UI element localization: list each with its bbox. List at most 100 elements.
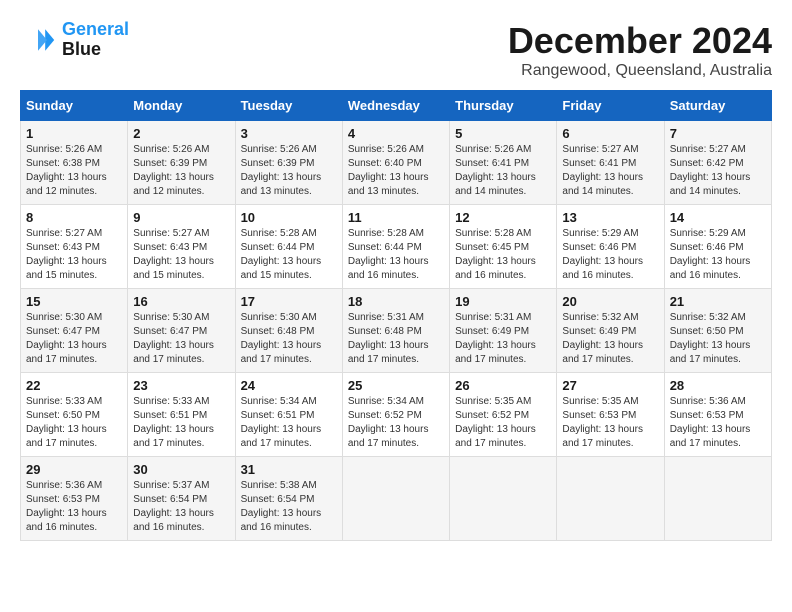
cell-details: Sunrise: 5:33 AMSunset: 6:51 PMDaylight:…	[133, 395, 229, 451]
day-number: 26	[455, 378, 551, 393]
calendar-cell: 8 Sunrise: 5:27 AMSunset: 6:43 PMDaylight…	[21, 205, 128, 289]
cell-details: Sunrise: 5:32 AMSunset: 6:49 PMDaylight:…	[562, 311, 658, 367]
day-number: 15	[26, 294, 122, 309]
title-block: December 2024 Rangewood, Queensland, Aus…	[508, 20, 772, 80]
calendar-cell: 13Sunrise: 5:29 AMSunset: 6:46 PMDayligh…	[557, 205, 664, 289]
calendar-cell: 26Sunrise: 5:35 AMSunset: 6:52 PMDayligh…	[450, 373, 557, 457]
calendar-cell: 7Sunrise: 5:27 AMSunset: 6:42 PMDaylight…	[664, 121, 771, 205]
cell-details: Sunrise: 5:26 AMSunset: 6:38 PMDaylight:…	[26, 143, 122, 199]
calendar-cell: 23 Sunrise: 5:33 AMSunset: 6:51 PMDayligh…	[128, 373, 235, 457]
cell-details: Sunrise: 5:30 AMSunset: 6:47 PMDaylight:…	[133, 311, 229, 367]
day-number: 23	[133, 378, 229, 393]
day-number: 3	[241, 126, 337, 141]
calendar-week-2: 15 Sunrise: 5:30 AMSunset: 6:47 PMDayligh…	[21, 289, 772, 373]
cell-details: Sunrise: 5:31 AMSunset: 6:49 PMDaylight:…	[455, 311, 551, 367]
day-number: 21	[670, 294, 766, 309]
cell-details: Sunrise: 5:27 AMSunset: 6:41 PMDaylight:…	[562, 143, 658, 199]
day-number: 31	[241, 462, 337, 477]
cell-details: Sunrise: 5:26 AMSunset: 6:39 PMDaylight:…	[241, 143, 337, 199]
calendar-cell: 31Sunrise: 5:38 AMSunset: 6:54 PMDayligh…	[235, 457, 342, 541]
cell-details: Sunrise: 5:29 AMSunset: 6:46 PMDaylight:…	[670, 227, 766, 283]
cell-details: Sunrise: 5:34 AMSunset: 6:52 PMDaylight:…	[348, 395, 444, 451]
logo-icon	[20, 22, 56, 58]
calendar-cell	[450, 457, 557, 541]
calendar-cell: 18 Sunrise: 5:31 AMSunset: 6:48 PMDayligh…	[342, 289, 449, 373]
day-number: 4	[348, 126, 444, 141]
cell-details: Sunrise: 5:33 AMSunset: 6:50 PMDaylight:…	[26, 395, 122, 451]
weekday-thursday: Thursday	[450, 91, 557, 121]
calendar-cell: 11 Sunrise: 5:28 AMSunset: 6:44 PMDayligh…	[342, 205, 449, 289]
weekday-friday: Friday	[557, 91, 664, 121]
day-number: 10	[241, 210, 337, 225]
calendar-cell: 2Sunrise: 5:26 AMSunset: 6:39 PMDaylight…	[128, 121, 235, 205]
calendar-cell: 30 Sunrise: 5:37 AMSunset: 6:54 PMDayligh…	[128, 457, 235, 541]
calendar-cell: 27 Sunrise: 5:35 AMSunset: 6:53 PMDayligh…	[557, 373, 664, 457]
calendar-week-1: 8 Sunrise: 5:27 AMSunset: 6:43 PMDaylight…	[21, 205, 772, 289]
calendar-cell: 10 Sunrise: 5:28 AMSunset: 6:44 PMDayligh…	[235, 205, 342, 289]
calendar-cell	[664, 457, 771, 541]
day-number: 25	[348, 378, 444, 393]
calendar-cell: 19 Sunrise: 5:31 AMSunset: 6:49 PMDayligh…	[450, 289, 557, 373]
weekday-sunday: Sunday	[21, 91, 128, 121]
cell-details: Sunrise: 5:28 AMSunset: 6:44 PMDaylight:…	[241, 227, 337, 283]
cell-details: Sunrise: 5:35 AMSunset: 6:53 PMDaylight:…	[562, 395, 658, 451]
weekday-header-row: SundayMondayTuesdayWednesdayThursdayFrid…	[21, 91, 772, 121]
cell-details: Sunrise: 5:26 AMSunset: 6:40 PMDaylight:…	[348, 143, 444, 199]
weekday-tuesday: Tuesday	[235, 91, 342, 121]
day-number: 12	[455, 210, 551, 225]
cell-details: Sunrise: 5:30 AMSunset: 6:47 PMDaylight:…	[26, 311, 122, 367]
cell-details: Sunrise: 5:36 AMSunset: 6:53 PMDaylight:…	[670, 395, 766, 451]
calendar-cell: 25 Sunrise: 5:34 AMSunset: 6:52 PMDayligh…	[342, 373, 449, 457]
cell-details: Sunrise: 5:34 AMSunset: 6:51 PMDaylight:…	[241, 395, 337, 451]
location-title: Rangewood, Queensland, Australia	[508, 62, 772, 80]
calendar-body: 1 Sunrise: 5:26 AMSunset: 6:38 PMDaylight…	[21, 121, 772, 541]
day-number: 29	[26, 462, 122, 477]
cell-details: Sunrise: 5:26 AMSunset: 6:39 PMDaylight:…	[133, 143, 229, 199]
calendar-cell	[557, 457, 664, 541]
cell-details: Sunrise: 5:28 AMSunset: 6:44 PMDaylight:…	[348, 227, 444, 283]
calendar-cell	[342, 457, 449, 541]
calendar-cell: 5Sunrise: 5:26 AMSunset: 6:41 PMDaylight…	[450, 121, 557, 205]
page-header: General Blue December 2024 Rangewood, Qu…	[20, 20, 772, 80]
day-number: 24	[241, 378, 337, 393]
calendar-cell: 24 Sunrise: 5:34 AMSunset: 6:51 PMDayligh…	[235, 373, 342, 457]
day-number: 7	[670, 126, 766, 141]
day-number: 6	[562, 126, 658, 141]
calendar-week-3: 22Sunrise: 5:33 AMSunset: 6:50 PMDayligh…	[21, 373, 772, 457]
calendar-cell: 6 Sunrise: 5:27 AMSunset: 6:41 PMDaylight…	[557, 121, 664, 205]
cell-details: Sunrise: 5:31 AMSunset: 6:48 PMDaylight:…	[348, 311, 444, 367]
cell-details: Sunrise: 5:27 AMSunset: 6:43 PMDaylight:…	[133, 227, 229, 283]
cell-details: Sunrise: 5:37 AMSunset: 6:54 PMDaylight:…	[133, 479, 229, 535]
day-number: 8	[26, 210, 122, 225]
calendar-cell: 15 Sunrise: 5:30 AMSunset: 6:47 PMDayligh…	[21, 289, 128, 373]
day-number: 28	[670, 378, 766, 393]
calendar-cell: 3 Sunrise: 5:26 AMSunset: 6:39 PMDaylight…	[235, 121, 342, 205]
calendar-cell: 20 Sunrise: 5:32 AMSunset: 6:49 PMDayligh…	[557, 289, 664, 373]
cell-details: Sunrise: 5:36 AMSunset: 6:53 PMDaylight:…	[26, 479, 122, 535]
calendar-week-0: 1 Sunrise: 5:26 AMSunset: 6:38 PMDaylight…	[21, 121, 772, 205]
calendar-cell: 17Sunrise: 5:30 AMSunset: 6:48 PMDayligh…	[235, 289, 342, 373]
cell-details: Sunrise: 5:28 AMSunset: 6:45 PMDaylight:…	[455, 227, 551, 283]
day-number: 16	[133, 294, 229, 309]
logo: General Blue	[20, 20, 129, 60]
weekday-wednesday: Wednesday	[342, 91, 449, 121]
day-number: 30	[133, 462, 229, 477]
day-number: 1	[26, 126, 122, 141]
day-number: 19	[455, 294, 551, 309]
calendar-cell: 4 Sunrise: 5:26 AMSunset: 6:40 PMDaylight…	[342, 121, 449, 205]
day-number: 9	[133, 210, 229, 225]
day-number: 20	[562, 294, 658, 309]
calendar-table: SundayMondayTuesdayWednesdayThursdayFrid…	[20, 90, 772, 541]
logo-text: General Blue	[62, 20, 129, 60]
day-number: 11	[348, 210, 444, 225]
day-number: 27	[562, 378, 658, 393]
day-number: 18	[348, 294, 444, 309]
calendar-cell: 14Sunrise: 5:29 AMSunset: 6:46 PMDayligh…	[664, 205, 771, 289]
calendar-cell: 28 Sunrise: 5:36 AMSunset: 6:53 PMDayligh…	[664, 373, 771, 457]
cell-details: Sunrise: 5:27 AMSunset: 6:43 PMDaylight:…	[26, 227, 122, 283]
calendar-cell: 12 Sunrise: 5:28 AMSunset: 6:45 PMDayligh…	[450, 205, 557, 289]
calendar-cell: 22Sunrise: 5:33 AMSunset: 6:50 PMDayligh…	[21, 373, 128, 457]
day-number: 5	[455, 126, 551, 141]
calendar-cell: 9 Sunrise: 5:27 AMSunset: 6:43 PMDaylight…	[128, 205, 235, 289]
calendar-week-4: 29 Sunrise: 5:36 AMSunset: 6:53 PMDayligh…	[21, 457, 772, 541]
